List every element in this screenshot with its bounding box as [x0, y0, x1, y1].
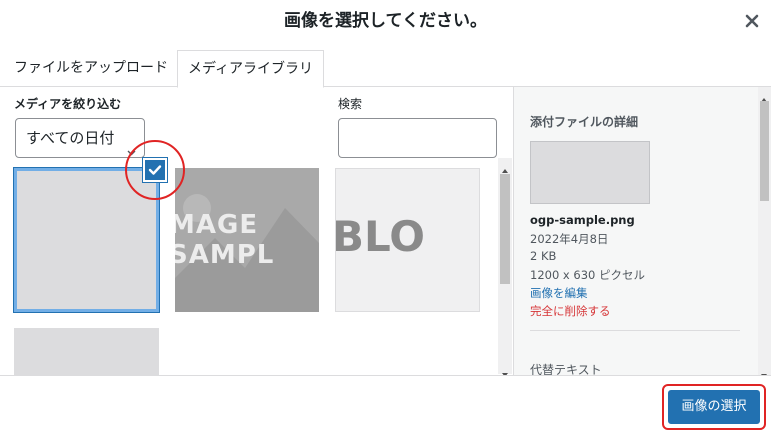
alt-text-label: 代替テキスト — [530, 363, 602, 375]
search-label: 検索 — [338, 97, 363, 111]
chevron-down-icon — [127, 133, 136, 156]
dialog-title: 画像を選択してください。 — [284, 11, 487, 31]
tab-upload[interactable]: ファイルをアップロード — [4, 50, 178, 87]
delete-permanently-link[interactable]: 完全に削除する — [530, 303, 611, 319]
details-heading: 添付ファイルの詳細 — [530, 115, 639, 129]
scroll-up-arrow-icon[interactable] — [501, 160, 509, 173]
scroll-up-arrow-icon[interactable] — [760, 89, 768, 102]
attachment-details-sidebar: 添付ファイルの詳細 ogp-sample.png 2022年4月8日 2 KB … — [513, 87, 771, 375]
blog-text: BLO — [335, 211, 425, 261]
attachments-browser: メディアを絞り込む 検索 すべての日付 MAGE SAMPL BLO — [0, 87, 513, 375]
scroll-down-arrow-icon[interactable] — [760, 365, 768, 378]
close-icon[interactable] — [743, 12, 761, 30]
highlight-ring — [662, 384, 766, 430]
attachment-thumb[interactable]: MAGE SAMPL — [175, 168, 319, 312]
image-sample-text: MAGE SAMPL — [175, 210, 275, 270]
edit-image-link[interactable]: 画像を編集 — [530, 285, 588, 301]
search-input[interactable] — [338, 118, 497, 158]
details-filename: ogp-sample.png — [530, 213, 635, 227]
date-filter-value: すべての日付 — [26, 129, 115, 147]
attachment-thumb[interactable] — [14, 328, 159, 375]
sidebar-scrollbar[interactable] — [758, 87, 771, 378]
attachment-thumb[interactable]: BLO — [335, 168, 480, 312]
details-size: 2 KB — [530, 249, 557, 263]
attachments-scrollbar[interactable] — [498, 158, 512, 377]
scrollbar-thumb[interactable] — [500, 174, 510, 284]
media-tabs: ファイルをアップロード メディアライブラリ — [0, 50, 771, 88]
details-date: 2022年4月8日 — [530, 232, 609, 246]
date-filter-select[interactable]: すべての日付 — [15, 118, 145, 158]
modal-footer — [0, 375, 771, 435]
scroll-down-arrow-icon[interactable] — [501, 364, 509, 377]
details-dimensions: 1200 x 630 ピクセル — [530, 268, 645, 282]
details-divider — [530, 330, 740, 331]
details-thumbnail — [530, 141, 650, 204]
highlight-circle — [125, 140, 185, 200]
tab-media-library[interactable]: メディアライブラリ — [177, 50, 325, 88]
media-modal: 画像を選択してください。 ファイルをアップロード メディアライブラリ メディアを… — [0, 0, 771, 435]
scrollbar-thumb[interactable] — [760, 101, 769, 201]
filter-label: メディアを絞り込む — [14, 97, 122, 111]
